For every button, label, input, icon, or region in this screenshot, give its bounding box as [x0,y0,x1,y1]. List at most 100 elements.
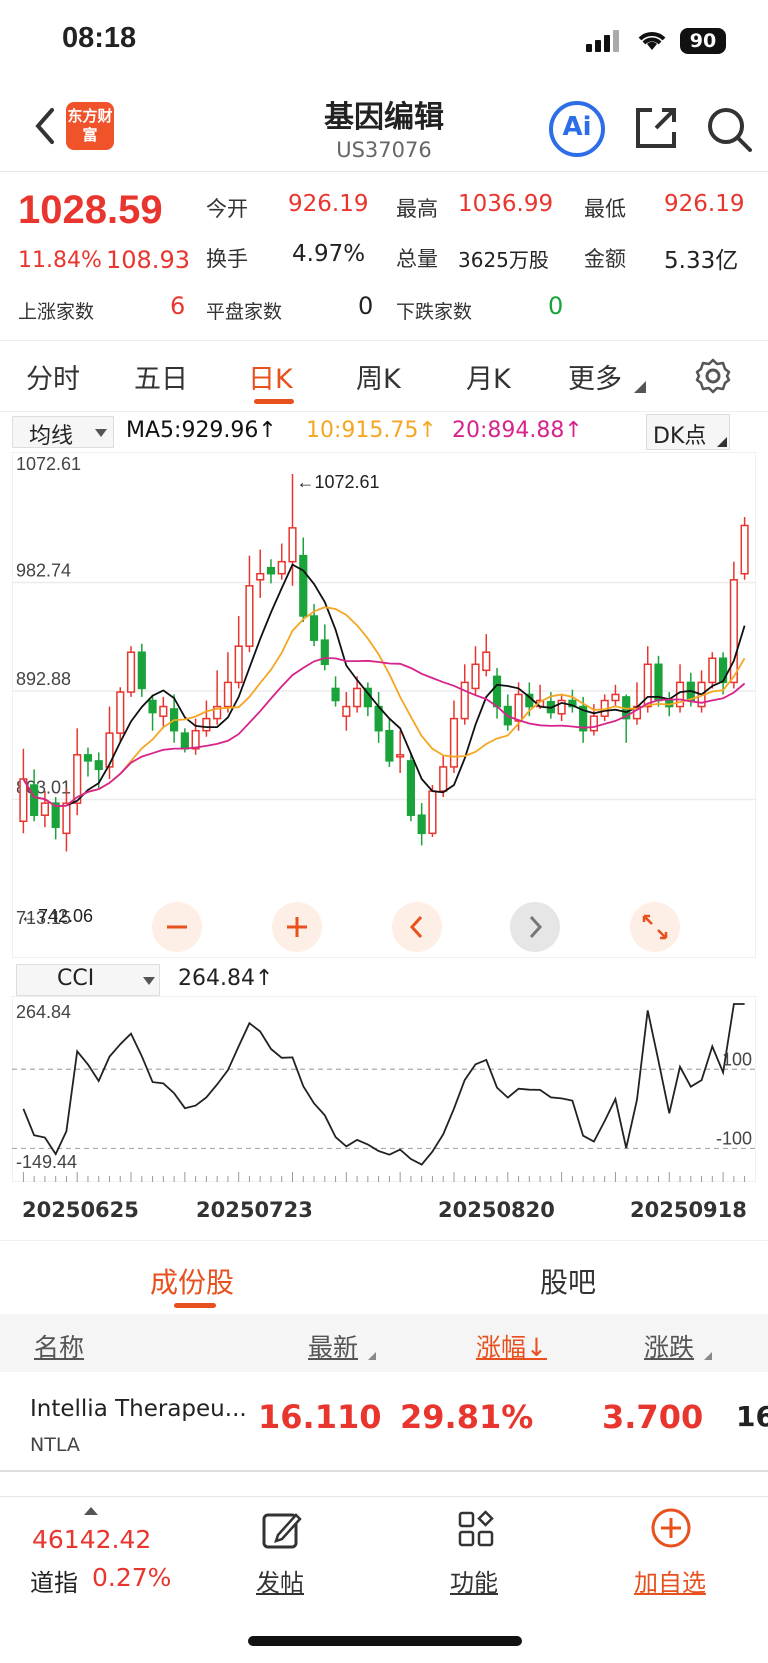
candle-body [83,754,93,762]
index-name: 道指 [30,1569,78,1597]
section-tab-indicator [174,1303,216,1308]
ma20-value: 20:894.88↑ [452,418,583,443]
flat-count: 0 [358,292,374,320]
kline-chart[interactable]: 1072.61982.74892.88803.01713.15 ←1072.61… [12,452,756,958]
grid-menu-icon[interactable] [456,1509,496,1549]
edit-post-icon[interactable] [260,1509,302,1551]
share-icon[interactable] [632,104,680,152]
candle-body [417,814,426,835]
dk-point-button[interactable]: DK点 [646,414,730,450]
tab-constituents[interactable]: 成份股 [150,1261,234,1301]
zoom-in-button[interactable] [272,902,322,952]
candle-body [256,572,265,581]
more-caret-icon [634,381,646,393]
col-last[interactable]: 最新 [308,1328,358,1364]
high-value: 1036.99 [458,191,554,217]
scroll-right-button[interactable] [510,902,560,952]
candle-body [30,784,39,816]
ai-button[interactable]: Ai [548,100,606,158]
down-count-label: 下跌家数 [396,301,473,323]
tab-more[interactable]: 更多 [568,357,622,396]
index-pct: 0.27% [92,1563,172,1592]
candle-body [288,527,297,563]
candle-body [116,691,125,734]
candle-body [223,681,232,708]
candle-body [277,560,286,575]
turnover-label: 换手 [206,247,248,271]
expand-up-icon[interactable] [84,1507,98,1515]
flat-count-label: 平盘家数 [206,301,283,323]
chevron-right-icon [529,915,543,939]
y-tick-label: 1072.61 [16,454,81,474]
x-date-label: 20250820 [438,1198,555,1222]
wifi-icon [638,32,666,50]
clock: 08:18 [62,22,137,54]
candle-body [611,693,620,702]
volume-label: 总量 [396,247,438,271]
candle-body [385,729,394,762]
stock-name: Intellia Therapeu... [30,1396,247,1422]
cci-max-label: 264.84 [16,1002,71,1022]
fullscreen-button[interactable] [630,902,680,952]
candle-body [428,790,437,835]
candle-body [654,663,663,702]
candle-body [406,760,415,816]
candle-body [396,754,405,758]
candle-body [320,639,329,666]
stock-last: 16.110 [258,1398,382,1436]
candle-body [449,717,459,768]
candle-body [299,554,308,617]
tab-daily-k[interactable]: 日K [248,357,293,396]
ma-select[interactable]: 均线 [12,416,114,449]
candle-body [353,687,362,708]
up-count-label: 上涨家数 [18,301,95,323]
header: 东方财富 基因编辑 US37076 Ai [0,80,768,172]
add-circle-icon[interactable] [650,1507,692,1549]
minus-icon [167,925,187,929]
tab-five-day[interactable]: 五日 [134,357,188,396]
sort-caret-icon [704,1352,712,1360]
search-icon[interactable] [704,104,754,154]
table-row[interactable]: Intellia Therapeu... NTLA 16.110 29.81% … [0,1372,768,1472]
cci-ref-label: -100 [716,1128,752,1148]
col-name[interactable]: 名称 [34,1328,84,1364]
function-button[interactable]: 功能 [450,1563,498,1598]
status-bar: 08:18 90 [0,0,768,80]
low-label: 最低 [584,197,626,221]
tab-weekly-k[interactable]: 周K [356,357,401,396]
tab-monthly-k[interactable]: 月K [466,357,511,396]
chart-period-tabs: 分时 五日 日K 周K 月K 更多 [0,340,768,412]
candle-body [740,524,749,575]
low-value: 926.19 [664,191,745,217]
add-watchlist-button[interactable]: 加自选 [634,1563,706,1598]
tab-intraday[interactable]: 分时 [26,357,80,396]
stock-change-pct: 29.81% [400,1398,534,1436]
index-value[interactable]: 46142.42 [32,1525,151,1554]
col-change[interactable]: 涨跌 [644,1328,694,1364]
settings-gear-icon[interactable] [694,357,732,395]
candle-body [180,732,189,750]
post-button[interactable]: 发帖 [256,1563,304,1598]
indicator-select[interactable]: CCI [16,964,160,996]
col-change-pct[interactable]: 涨幅↓ [476,1328,547,1364]
sort-caret-icon [368,1352,376,1360]
volume-value: 3625万股 [458,248,549,272]
amount-label: 金额 [584,247,626,271]
candle-body [708,657,717,684]
candle-body [589,715,598,732]
dk-caret-icon [717,437,727,447]
cci-value: 264.84↑ [178,966,274,991]
x-date-label: 20250625 [22,1198,139,1222]
low-annotation: ←742.06 [20,906,93,926]
stock-code: NTLA [30,1434,80,1456]
open-value: 926.19 [288,191,369,217]
down-count: 0 [548,292,564,320]
expand-icon [642,914,668,940]
zoom-out-button[interactable] [152,902,202,952]
scroll-left-button[interactable] [392,902,442,952]
tab-forum[interactable]: 股吧 [540,1261,596,1301]
candle-body [719,657,728,684]
candle-body [309,615,319,641]
battery-icon: 90 [680,28,726,54]
cci-chart[interactable]: 264.84 -149.44 100 -100 [12,996,756,1182]
